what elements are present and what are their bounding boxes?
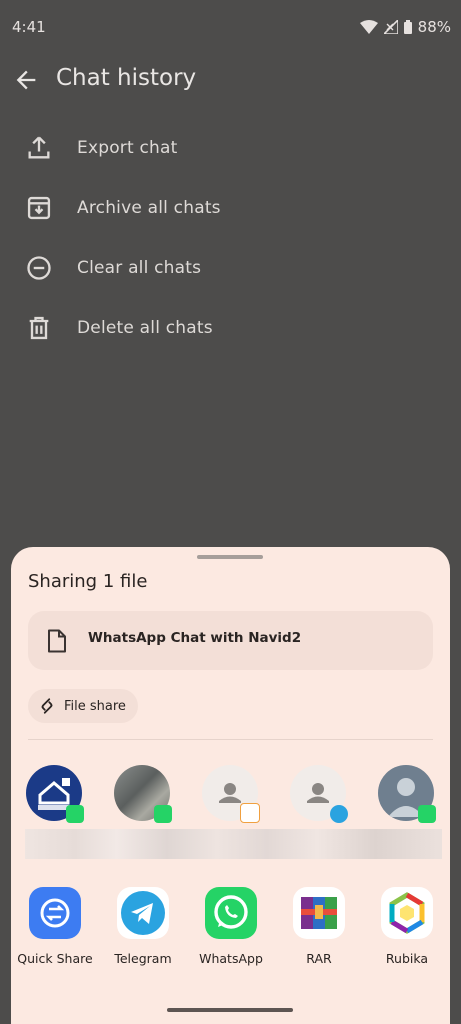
sheet-title: Sharing 1 file — [28, 571, 148, 592]
trash-icon — [29, 316, 49, 340]
rar-icon — [293, 887, 345, 939]
direct-share-contact[interactable] — [202, 765, 260, 823]
share-target-whatsapp[interactable]: WhatsApp — [192, 887, 270, 967]
page-title: Chat history — [56, 65, 197, 91]
blurred-contact-names — [25, 829, 442, 859]
back-arrow-icon[interactable] — [12, 66, 40, 94]
menu-item-delete-all-chats[interactable]: Delete all chats — [0, 298, 461, 358]
drag-handle[interactable] — [197, 555, 263, 559]
share-target-rar[interactable]: RAR — [280, 887, 358, 967]
direct-share-contact[interactable] — [378, 765, 436, 823]
file-name: WhatsApp Chat with Navid2 — [88, 630, 302, 646]
menu-item-label: Delete all chats — [77, 318, 213, 338]
screen: 4:41 88% Chat history Export chat Archiv… — [0, 0, 461, 1024]
share-target-telegram[interactable]: Telegram — [104, 887, 182, 967]
menu-item-archive-all-chats[interactable]: Archive all chats — [0, 178, 461, 238]
battery-percent: 88% — [417, 18, 451, 36]
share-sheet: Sharing 1 file WhatsApp Chat with Navid2… — [11, 547, 450, 1024]
quick-share-icon — [29, 887, 81, 939]
archive-icon — [27, 196, 51, 220]
file-preview-card: WhatsApp Chat with Navid2 — [28, 611, 433, 670]
app-label: Rubika — [385, 951, 429, 966]
file-share-icon — [41, 698, 53, 714]
app-label: WhatsApp — [199, 951, 263, 966]
telegram-icon — [117, 887, 169, 939]
menu-item-clear-all-chats[interactable]: Clear all chats — [0, 238, 461, 298]
whatsapp-badge-icon — [418, 805, 436, 823]
battery-icon — [403, 20, 412, 34]
menu-item-label: Clear all chats — [77, 258, 202, 278]
app-label: Telegram — [114, 951, 172, 966]
whatsapp-icon — [205, 887, 257, 939]
gesture-nav-bar[interactable] — [167, 1008, 293, 1012]
app-label: RAR — [306, 951, 332, 966]
document-icon — [48, 629, 66, 653]
direct-share-contact[interactable] — [114, 765, 172, 823]
share-target-rubika[interactable]: Rubika — [368, 887, 446, 967]
rubika-icon — [381, 887, 433, 939]
whatsapp-badge-icon — [154, 805, 172, 823]
whatsapp-badge-icon — [66, 805, 84, 823]
telegram-badge-icon — [330, 805, 348, 823]
menu-item-label: Archive all chats — [77, 198, 221, 218]
menu-item-export-chat[interactable]: Export chat — [0, 118, 461, 178]
file-share-chip[interactable]: File share — [28, 689, 138, 723]
minus-circle-icon — [27, 256, 51, 280]
signal-icon — [383, 20, 398, 34]
status-bar: 4:41 88% — [0, 0, 461, 58]
divider — [28, 739, 433, 740]
menu-item-label: Export chat — [77, 138, 178, 158]
app-label: Quick Share — [17, 951, 93, 966]
status-icons: 88% — [359, 18, 451, 36]
share-target-quick-share[interactable]: Quick Share — [16, 887, 94, 967]
upload-icon — [28, 136, 50, 159]
app-bar: Chat history — [0, 58, 461, 102]
app-badge-icon — [240, 803, 260, 823]
status-time: 4:41 — [12, 18, 46, 36]
wifi-icon — [359, 20, 378, 34]
chip-label: File share — [64, 698, 126, 714]
direct-share-contact[interactable] — [290, 765, 348, 823]
direct-share-contact[interactable] — [26, 765, 84, 823]
